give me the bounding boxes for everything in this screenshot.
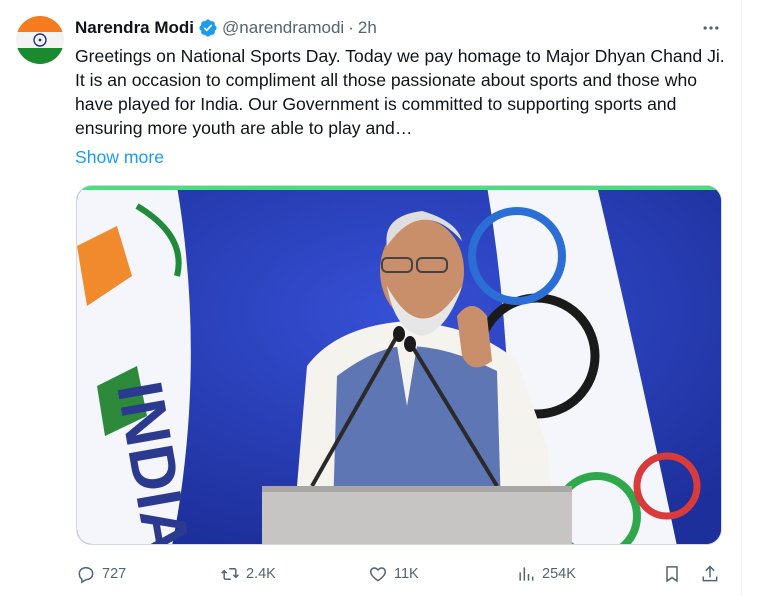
verified-badge-icon bbox=[198, 18, 218, 38]
more-options-button[interactable] bbox=[696, 16, 726, 40]
bookmark-button[interactable] bbox=[662, 560, 682, 588]
tweet-card[interactable]: Narendra Modi @narendramodi · 2h Greetin… bbox=[0, 0, 742, 596]
author-handle[interactable]: @narendramodi bbox=[222, 18, 344, 38]
retweet-button[interactable]: 2.4K bbox=[220, 560, 276, 588]
timestamp[interactable]: 2h bbox=[358, 18, 377, 38]
reply-button[interactable]: 727 bbox=[76, 560, 126, 588]
tweet-header: Narendra Modi @narendramodi · 2h bbox=[75, 16, 377, 40]
share-button[interactable] bbox=[700, 560, 720, 588]
india-flag-avatar-icon bbox=[16, 16, 64, 64]
reply-icon bbox=[78, 567, 94, 584]
show-more-link[interactable]: Show more bbox=[75, 145, 164, 169]
like-count: 11K bbox=[394, 566, 419, 582]
views-chart-icon bbox=[519, 567, 534, 581]
retweet-count: 2.4K bbox=[246, 566, 276, 582]
podium bbox=[262, 486, 572, 544]
author-name[interactable]: Narendra Modi bbox=[75, 18, 194, 38]
tweet-video[interactable]: INDIA bbox=[76, 185, 722, 545]
retweet-icon bbox=[221, 568, 239, 580]
like-button[interactable]: 11K bbox=[368, 560, 419, 588]
views-button[interactable]: 254K bbox=[516, 560, 576, 588]
reply-count: 727 bbox=[102, 566, 127, 582]
separator-dot: · bbox=[348, 18, 354, 37]
share-icon bbox=[702, 565, 718, 582]
bookmark-icon bbox=[666, 566, 678, 583]
action-bar: 727 2.4K 11K 254K bbox=[72, 560, 732, 588]
views-count: 254K bbox=[542, 566, 576, 582]
video-progress-bar[interactable] bbox=[77, 186, 721, 190]
avatar[interactable] bbox=[16, 16, 64, 64]
more-dots-icon bbox=[703, 26, 719, 30]
heart-icon bbox=[369, 567, 387, 582]
tweet-text: Greetings on National Sports Day. Today … bbox=[75, 46, 725, 138]
video-frame: INDIA bbox=[77, 186, 721, 544]
